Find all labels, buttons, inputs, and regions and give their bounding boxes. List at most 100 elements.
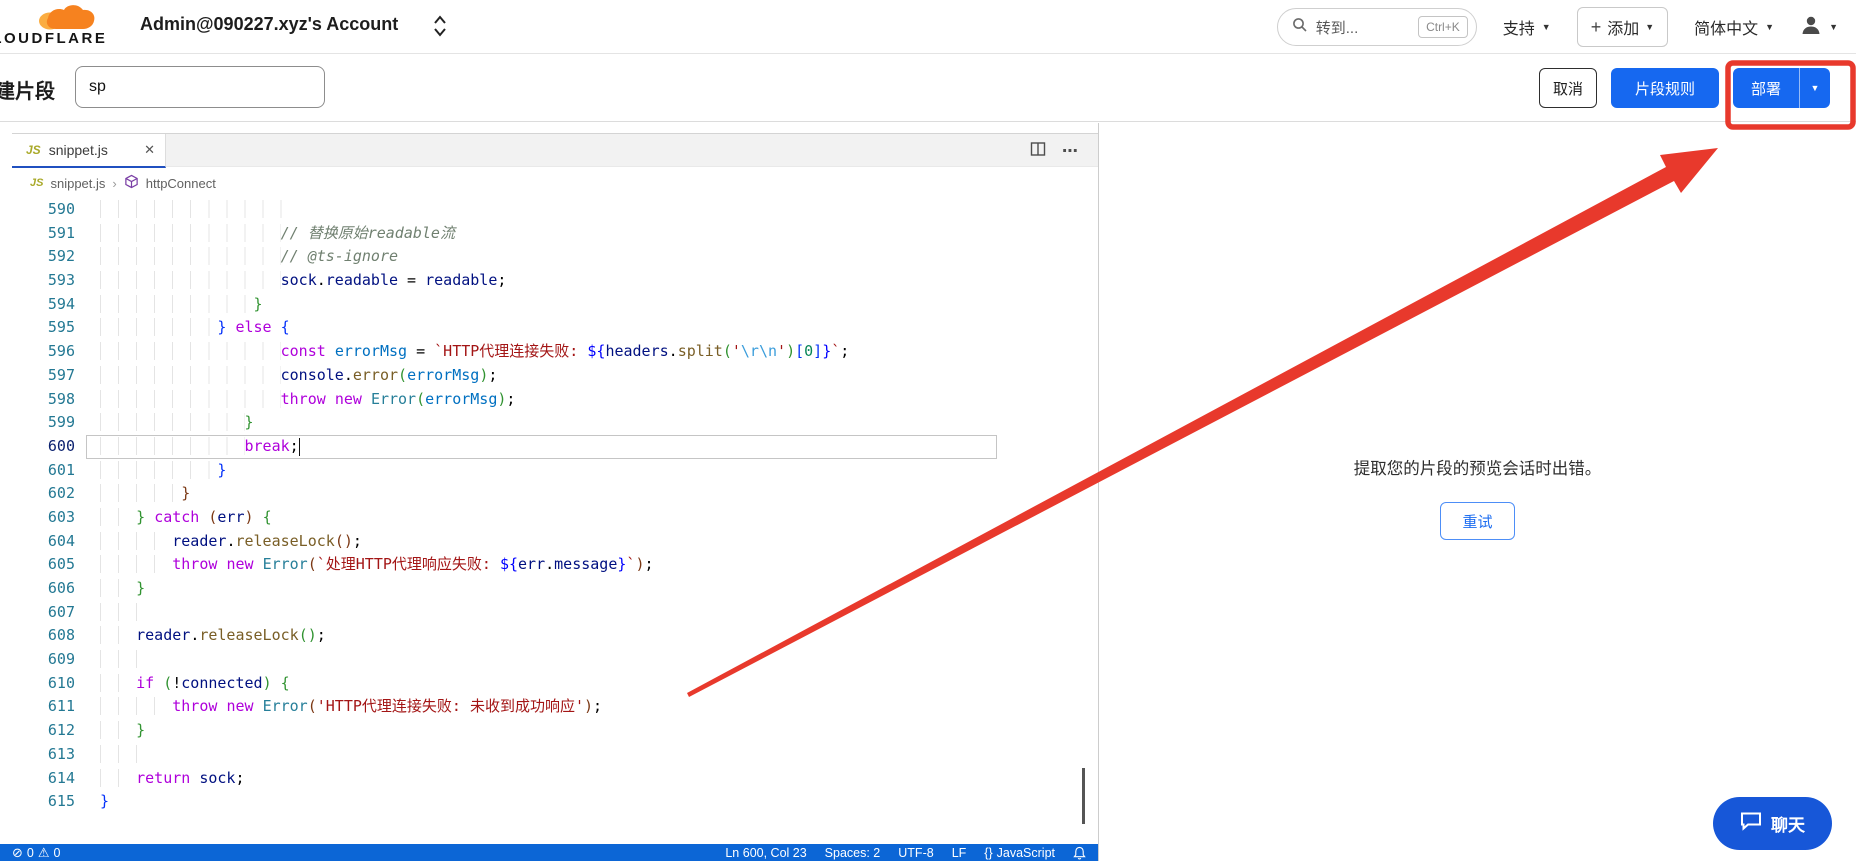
line-number: 597 xyxy=(0,364,75,388)
retry-button[interactable]: 重试 xyxy=(1440,502,1515,540)
deploy-dropdown-button[interactable]: ▼ xyxy=(1799,68,1830,108)
editor-tab-bar: JS snippet.js ✕ ⋯ xyxy=(12,133,1098,167)
snippet-toolbar: 创建片段 取消 片段规则 部署 ▼ xyxy=(0,55,1856,122)
code-line: 614 return sock; xyxy=(0,767,1098,791)
workspace: JS snippet.js ✕ ⋯ JS snippet.js › httpCo… xyxy=(0,123,1856,861)
breadcrumb-file[interactable]: snippet.js xyxy=(50,176,105,191)
code-line: 606 } xyxy=(0,577,1098,601)
user-avatar-icon xyxy=(1800,14,1822,41)
line-number: 615 xyxy=(0,790,75,814)
line-number: 593 xyxy=(0,269,75,293)
editor-scrollbar-thumb[interactable] xyxy=(1082,768,1085,824)
errors-icon: ⊘ xyxy=(12,845,23,861)
code-line: 591 // 替换原始readable流 xyxy=(0,222,1098,246)
code-editor[interactable]: JS snippet.js ✕ ⋯ JS snippet.js › httpCo… xyxy=(0,123,1098,861)
line-number: 606 xyxy=(0,577,75,601)
line-number: 614 xyxy=(0,767,75,791)
chevron-down-icon: ▼ xyxy=(1542,22,1551,32)
language-mode[interactable]: {} JavaScript xyxy=(984,846,1055,860)
code-line: 609 xyxy=(0,648,1098,672)
indentation-setting[interactable]: Spaces: 2 xyxy=(825,846,881,860)
javascript-file-icon: JS xyxy=(30,177,43,189)
chevron-down-icon: ▼ xyxy=(1645,22,1654,32)
user-menu[interactable]: ▼ xyxy=(1800,14,1838,41)
preview-error-message: 提取您的片段的预览会话时出错。 xyxy=(1099,455,1856,479)
line-number: 595 xyxy=(0,316,75,340)
preview-panel: 提取您的片段的预览会话时出错。 重试 xyxy=(1099,123,1856,861)
code-area[interactable]: 590 591 // 替换原始readable流592 // @ts-ignor… xyxy=(0,198,1098,844)
code-line: 615} xyxy=(0,790,1098,814)
code-line: 597 console.error(errorMsg); xyxy=(0,364,1098,388)
cloudflare-wordmark: CLOUDFLARE xyxy=(0,30,107,47)
support-menu[interactable]: 支持▼ xyxy=(1503,15,1551,39)
line-number: 600 xyxy=(0,435,75,459)
deploy-split-button: 部署 ▼ xyxy=(1733,68,1830,108)
code-line: 611 throw new Error('HTTP代理连接失败: 未收到成功响应… xyxy=(0,695,1098,719)
more-actions-icon[interactable]: ⋯ xyxy=(1062,141,1080,161)
search-shortcut-badge: Ctrl+K xyxy=(1418,16,1468,38)
line-number: 594 xyxy=(0,293,75,317)
chat-bubble-icon xyxy=(1740,811,1762,836)
code-line: 608 reader.releaseLock(); xyxy=(0,624,1098,648)
eol-setting[interactable]: LF xyxy=(952,846,967,860)
line-number: 592 xyxy=(0,245,75,269)
snippet-rules-button[interactable]: 片段规则 xyxy=(1611,68,1719,108)
close-tab-icon[interactable]: ✕ xyxy=(144,142,155,158)
cancel-button[interactable]: 取消 xyxy=(1539,68,1597,108)
line-number: 603 xyxy=(0,506,75,530)
code-line: 594 } xyxy=(0,293,1098,317)
code-line: 598 throw new Error(errorMsg); xyxy=(0,388,1098,412)
chevron-down-icon: ▼ xyxy=(1765,22,1774,32)
add-menu-button[interactable]: + 添加▼ xyxy=(1577,7,1668,47)
code-line: 604 reader.releaseLock(); xyxy=(0,530,1098,554)
code-line: 613 xyxy=(0,743,1098,767)
line-number: 604 xyxy=(0,530,75,554)
code-line: 602 } xyxy=(0,482,1098,506)
braces-icon: {} xyxy=(984,846,992,860)
split-editor-icon[interactable] xyxy=(1030,141,1046,162)
javascript-file-icon: JS xyxy=(26,143,41,157)
line-number: 609 xyxy=(0,648,75,672)
top-bar: CLOUDFLARE Admin@090227.xyz's Account 转到… xyxy=(0,0,1856,54)
breadcrumb: JS snippet.js › httpConnect xyxy=(12,168,1098,198)
language-menu[interactable]: 简体中文▼ xyxy=(1694,15,1774,39)
chat-button[interactable]: 聊天 xyxy=(1713,797,1832,850)
encoding-setting[interactable]: UTF-8 xyxy=(898,846,933,860)
line-number: 590 xyxy=(0,198,75,222)
code-line: 593 sock.readable = readable; xyxy=(0,269,1098,293)
code-line: 607 xyxy=(0,601,1098,625)
code-line: 595 } else { xyxy=(0,316,1098,340)
search-icon xyxy=(1292,17,1308,37)
global-search[interactable]: 转到... Ctrl+K xyxy=(1277,8,1477,46)
breadcrumb-symbol[interactable]: httpConnect xyxy=(146,176,216,191)
editor-status-bar: ⊘ 0 ⚠ 0 Ln 600, Col 23 Spaces: 2 UTF-8 L… xyxy=(0,844,1098,861)
tab-snippet-js[interactable]: JS snippet.js ✕ xyxy=(12,134,166,168)
cursor-position[interactable]: Ln 600, Col 23 xyxy=(725,846,806,860)
notifications-bell-icon[interactable] xyxy=(1073,846,1086,860)
code-line: 596 const errorMsg = `HTTP代理连接失败: ${head… xyxy=(0,340,1098,364)
account-switcher-icon[interactable] xyxy=(432,13,448,44)
page-title: 创建片段 xyxy=(0,75,55,104)
code-line: 605 throw new Error(`处理HTTP代理响应失败: ${err… xyxy=(0,553,1098,577)
line-number: 602 xyxy=(0,482,75,506)
account-name: Admin@090227.xyz's Account xyxy=(140,14,398,35)
snippet-name-input[interactable] xyxy=(75,66,325,108)
line-number: 610 xyxy=(0,672,75,696)
line-number: 611 xyxy=(0,695,75,719)
line-number: 599 xyxy=(0,411,75,435)
code-line: 610 if (!connected) { xyxy=(0,672,1098,696)
line-number: 608 xyxy=(0,624,75,648)
plus-icon: + xyxy=(1591,17,1602,38)
line-number: 605 xyxy=(0,553,75,577)
line-number: 591 xyxy=(0,222,75,246)
search-placeholder: 转到... xyxy=(1316,17,1359,38)
code-line: 590 xyxy=(0,198,1098,222)
line-number: 601 xyxy=(0,459,75,483)
code-line: 599 } xyxy=(0,411,1098,435)
line-number: 613 xyxy=(0,743,75,767)
line-number: 598 xyxy=(0,388,75,412)
problems-indicator[interactable]: ⊘ 0 ⚠ 0 xyxy=(12,845,60,861)
line-number: 612 xyxy=(0,719,75,743)
code-line: 603 } catch (err) { xyxy=(0,506,1098,530)
deploy-button[interactable]: 部署 xyxy=(1733,68,1799,108)
